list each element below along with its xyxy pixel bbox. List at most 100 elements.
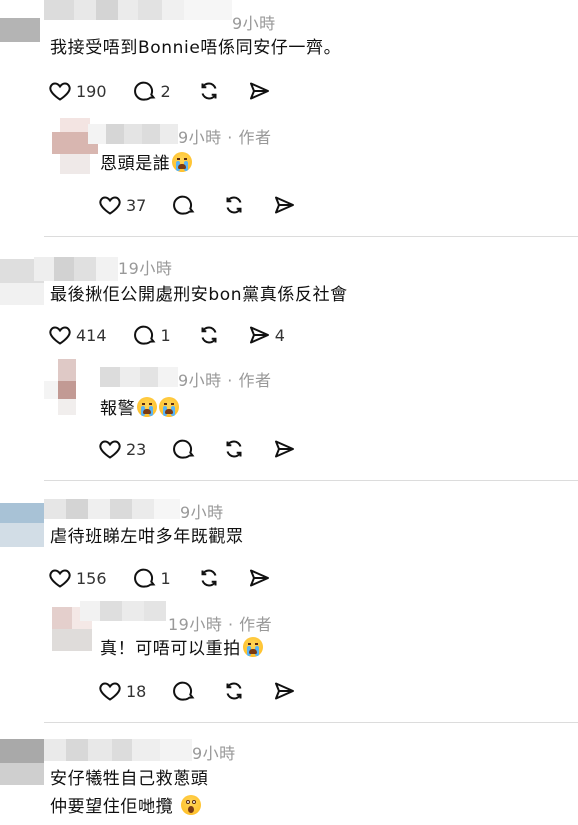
avatar[interactable] [0, 739, 44, 785]
comment-actions: 156 1 [48, 564, 297, 592]
username[interactable] [44, 739, 192, 761]
face-screaming-in-fear-icon [181, 795, 202, 815]
like-button[interactable]: 190 [48, 79, 107, 103]
comment-actions: 190 2 [48, 77, 297, 105]
heart-icon [49, 326, 71, 345]
reply-text-content: 報警 [100, 399, 136, 419]
share-count: 4 [274, 325, 285, 345]
reply-text: 報警 [100, 395, 180, 423]
comment-bubble-icon [133, 568, 156, 588]
heart-icon [99, 682, 121, 701]
reply-text: 真！可唔可以重拍 [100, 635, 263, 663]
repost-icon [201, 569, 217, 587]
avatar[interactable] [0, 503, 44, 547]
comment-bubble-icon [173, 681, 195, 701]
repost-icon [201, 326, 217, 344]
send-icon [275, 196, 295, 214]
reply-button[interactable] [172, 193, 196, 217]
like-count: 156 [76, 568, 107, 588]
timestamp: 19小時 [118, 259, 173, 278]
reply-username[interactable] [88, 124, 178, 144]
repost-button[interactable] [197, 566, 221, 590]
like-count: 190 [76, 81, 107, 101]
share-button[interactable] [247, 79, 271, 103]
loudly-crying-face-icon [172, 152, 193, 172]
loudly-crying-face-icon [242, 637, 263, 657]
comment-text-line: 仲要望住佢哋攬 [50, 793, 208, 821]
reply-text-content: 真！可唔可以重拍 [100, 639, 241, 659]
repost-button[interactable] [222, 679, 246, 703]
like-count: 18 [126, 681, 147, 701]
reply-username[interactable] [80, 601, 166, 621]
avatar[interactable] [0, 18, 40, 42]
reply-button[interactable]: 2 [133, 79, 171, 103]
repost-button[interactable] [197, 79, 221, 103]
share-button[interactable] [272, 193, 296, 217]
send-icon [249, 82, 269, 100]
username[interactable] [34, 257, 118, 281]
reply-count: 1 [160, 325, 171, 345]
reply-username[interactable] [100, 367, 178, 387]
heart-icon [99, 196, 121, 215]
like-button[interactable]: 23 [98, 437, 146, 461]
reply-avatar[interactable] [44, 359, 88, 415]
send-icon [249, 326, 269, 344]
comment-text-line: 安仔犧牲自己救蔥頭 [50, 769, 209, 789]
comment-text: 我接受唔到Bonnie唔係同安仔一齊。 [50, 38, 342, 58]
like-count: 414 [76, 325, 107, 345]
reply-timestamp: 9小時 · 作者 [178, 128, 272, 147]
like-button[interactable]: 37 [98, 193, 146, 217]
heart-icon [49, 569, 71, 588]
share-button[interactable] [272, 437, 296, 461]
comment-text-content: 仲要望住佢哋攬 [50, 797, 174, 817]
reply-button[interactable] [172, 437, 196, 461]
like-count: 23 [126, 439, 147, 459]
like-button[interactable]: 414 [48, 323, 107, 347]
comment-bubble-icon [133, 325, 156, 345]
send-icon [275, 682, 295, 700]
comment-thread: 9小時 安仔犧牲自己救蔥頭 仲要望住佢哋攬 [0, 723, 578, 825]
comment-thread: 9小時 我接受唔到Bonnie唔係同安仔一齊。 190 2 9小時 · 作者 恩… [0, 0, 578, 237]
repost-button[interactable] [222, 437, 246, 461]
share-button[interactable] [247, 566, 271, 590]
like-count: 37 [126, 195, 147, 215]
reply-button[interactable]: 1 [133, 566, 171, 590]
comment-bubble-icon [173, 439, 195, 459]
reply-actions: 23 [98, 435, 322, 463]
username[interactable] [44, 0, 232, 20]
send-icon [249, 569, 269, 587]
comment-text: 安仔犧牲自己救蔥頭 仲要望住佢哋攬 [50, 765, 208, 821]
repost-icon [201, 82, 217, 100]
comment-bubble-icon [173, 195, 195, 215]
loudly-crying-face-icon [137, 397, 158, 417]
share-button[interactable]: 4 [247, 323, 285, 347]
comment-thread: 9小時 虐待班睇左咁多年既觀眾 156 1 19小時 · 作者 真！可唔可以重拍 [0, 481, 578, 723]
reply-text-content: 恩頭是誰 [100, 154, 171, 174]
comment-text: 最後揪佢公開處刑安bon黨真係反社會 [50, 285, 348, 305]
repost-button[interactable] [222, 193, 246, 217]
loudly-crying-face-icon [159, 397, 180, 417]
heart-icon [99, 440, 121, 459]
reply-count: 1 [160, 568, 171, 588]
like-button[interactable]: 156 [48, 566, 107, 590]
username[interactable] [44, 499, 180, 519]
timestamp: 9小時 [180, 503, 224, 522]
comment-bubble-icon [133, 81, 156, 101]
comment-actions: 414 1 4 [48, 321, 311, 349]
timestamp: 9小時 [192, 744, 236, 763]
reply-button[interactable] [172, 679, 196, 703]
reply-button[interactable]: 1 [133, 323, 171, 347]
comment-thread: 19小時 最後揪佢公開處刑安bon黨真係反社會 414 1 4 9小時 · 作者… [0, 237, 578, 481]
repost-icon [226, 682, 242, 700]
send-icon [275, 440, 295, 458]
timestamp: 9小時 [232, 14, 276, 33]
like-button[interactable]: 18 [98, 679, 146, 703]
comment-text: 虐待班睇左咁多年既觀眾 [50, 527, 244, 547]
reply-count: 2 [160, 81, 171, 101]
reply-timestamp: 19小時 · 作者 [168, 615, 273, 634]
repost-button[interactable] [197, 323, 221, 347]
repost-icon [226, 196, 242, 214]
repost-icon [226, 440, 242, 458]
reply-actions: 37 [98, 191, 322, 219]
share-button[interactable] [272, 679, 296, 703]
